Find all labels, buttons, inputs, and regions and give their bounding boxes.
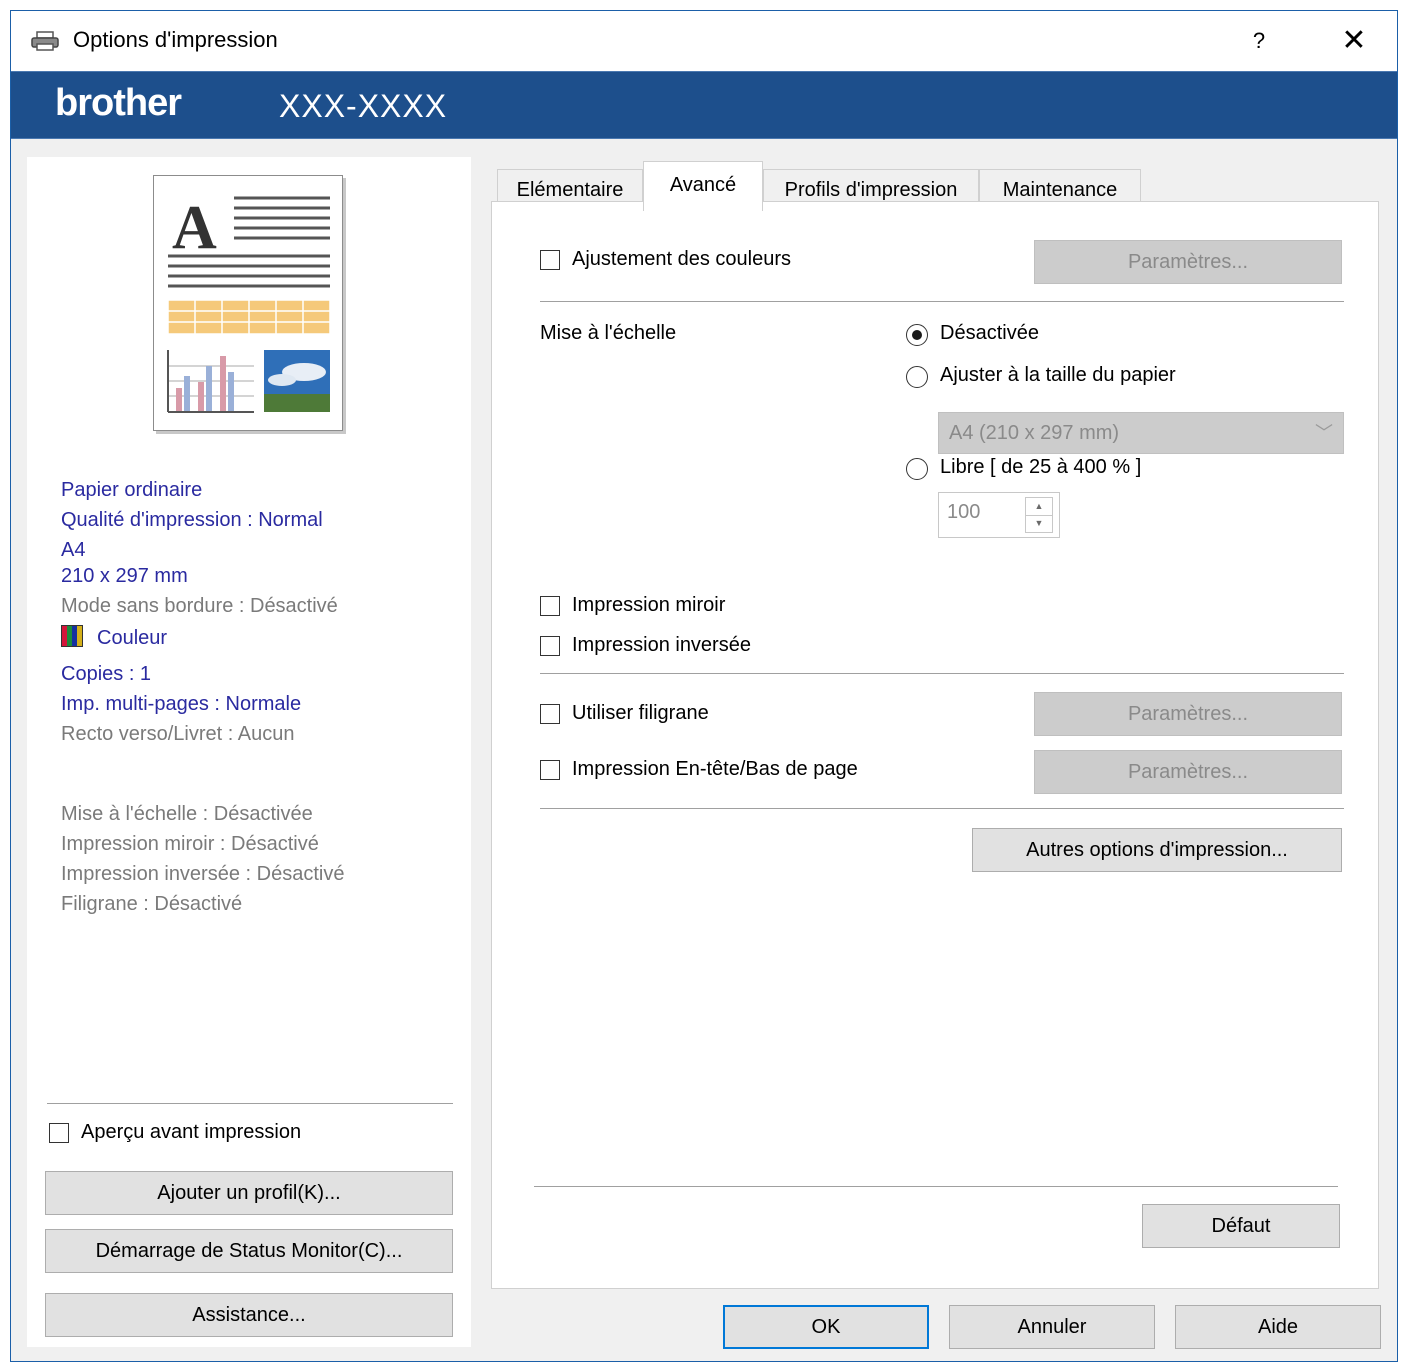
- brand-bar: brother XXX-XXXX: [11, 71, 1397, 139]
- watermark-checkbox[interactable]: [540, 704, 560, 724]
- header-footer-checkbox[interactable]: [540, 760, 560, 780]
- other-options-button[interactable]: Autres options d'impression...: [972, 828, 1342, 872]
- summary-color: Couleur: [97, 627, 168, 649]
- page-preview-image: A: [153, 175, 343, 431]
- scaling-off-radio[interactable]: [906, 324, 928, 346]
- free-scale-stepper[interactable]: 100 ▲ ▼: [938, 492, 1060, 538]
- summary-quality: Qualité d'impression : Normal: [61, 509, 323, 531]
- color-adjust-label[interactable]: Ajustement des couleurs: [572, 248, 791, 271]
- summary-reverse: Impression inversée : Désactivé: [61, 863, 345, 885]
- printer-icon: [31, 31, 59, 51]
- scaling-label: Mise à l'échelle: [540, 322, 677, 344]
- help-button[interactable]: ?: [1229, 11, 1289, 71]
- free-scale-value: 100: [947, 501, 981, 523]
- preview-checkbox[interactable]: [49, 1123, 69, 1143]
- scaling-free-label[interactable]: Libre [ de 25 à 400 % ]: [940, 456, 1141, 479]
- divider: [534, 1186, 1338, 1187]
- status-monitor-button[interactable]: Démarrage de Status Monitor(C)...: [45, 1229, 453, 1273]
- summary-copies: Copies : 1: [61, 663, 152, 685]
- header-footer-settings-button[interactable]: Paramètres...: [1034, 750, 1342, 794]
- summary-borderless: Mode sans bordure : Désactivé: [61, 595, 338, 617]
- ok-button[interactable]: OK: [723, 1305, 929, 1349]
- assistance-button[interactable]: Assistance...: [45, 1293, 453, 1337]
- chevron-down-icon: ﹀: [1315, 423, 1333, 443]
- summary-list: Papier ordinaire Qualité d'impression : …: [61, 475, 344, 919]
- divider: [47, 1103, 453, 1104]
- brother-logo: brother: [55, 82, 182, 124]
- tab-avance[interactable]: Avancé: [643, 161, 763, 211]
- summary-size-dims: 210 x 297 mm: [61, 565, 188, 587]
- mirror-checkbox[interactable]: [540, 596, 560, 616]
- scaling-fit-label[interactable]: Ajuster à la taille du papier: [940, 364, 1176, 387]
- divider: [540, 673, 1344, 674]
- paper-size-value: A4 (210 x 297 mm): [949, 422, 1120, 444]
- color-adjust-checkbox[interactable]: [540, 250, 560, 270]
- cancel-button[interactable]: Annuler: [949, 1305, 1155, 1349]
- mirror-label[interactable]: Impression miroir: [572, 594, 725, 617]
- printer-model: XXX-XXXX: [279, 88, 448, 124]
- scaling-free-radio[interactable]: [906, 458, 928, 480]
- color-settings-button[interactable]: Paramètres...: [1034, 240, 1342, 284]
- summary-watermark: Filigrane : Désactivé: [61, 893, 243, 915]
- summary-duplex: Recto verso/Livret : Aucun: [61, 723, 295, 745]
- paper-size-select[interactable]: A4 (210 x 297 mm) ﹀: [938, 412, 1344, 454]
- summary-scaling: Mise à l'échelle : Désactivée: [61, 803, 313, 825]
- title-bar: Options d'impression ? ✕: [11, 11, 1397, 71]
- summary-paper-type: Papier ordinaire: [61, 479, 203, 501]
- close-button[interactable]: ✕: [1321, 11, 1387, 71]
- divider: [540, 301, 1344, 302]
- preview-checkbox-label[interactable]: Aperçu avant impression: [81, 1121, 301, 1144]
- summary-multipage: Imp. multi-pages : Normale: [61, 693, 302, 715]
- svg-text:A: A: [172, 194, 217, 262]
- reverse-label[interactable]: Impression inversée: [572, 634, 751, 657]
- close-icon: ✕: [1341, 24, 1367, 57]
- advanced-panel: Ajustement des couleurs Paramètres... Mi…: [491, 201, 1379, 1289]
- stepper-buttons: ▲ ▼: [1025, 497, 1053, 533]
- print-options-window: Options d'impression ? ✕ brother XXX-XXX…: [10, 10, 1398, 1362]
- default-button[interactable]: Défaut: [1142, 1204, 1340, 1248]
- summary-mirror: Impression miroir : Désactivé: [61, 833, 319, 855]
- watermark-label[interactable]: Utiliser filigrane: [572, 702, 709, 725]
- reverse-checkbox[interactable]: [540, 636, 560, 656]
- divider: [540, 808, 1344, 809]
- add-profile-button[interactable]: Ajouter un profil(K)...: [45, 1171, 453, 1215]
- header-footer-label[interactable]: Impression En-tête/Bas de page: [572, 758, 858, 781]
- watermark-settings-button[interactable]: Paramètres...: [1034, 692, 1342, 736]
- scaling-fit-radio[interactable]: [906, 366, 928, 388]
- stepper-down-icon[interactable]: ▼: [1026, 515, 1052, 532]
- scaling-off-label[interactable]: Désactivée: [940, 322, 1039, 345]
- stepper-up-icon[interactable]: ▲: [1026, 498, 1052, 516]
- settings-summary-panel: A Papier ordinaire Qualité d'impression …: [27, 157, 471, 1347]
- color-icon: [61, 625, 83, 647]
- help-footer-button[interactable]: Aide: [1175, 1305, 1381, 1349]
- window-title: Options d'impression: [73, 27, 278, 52]
